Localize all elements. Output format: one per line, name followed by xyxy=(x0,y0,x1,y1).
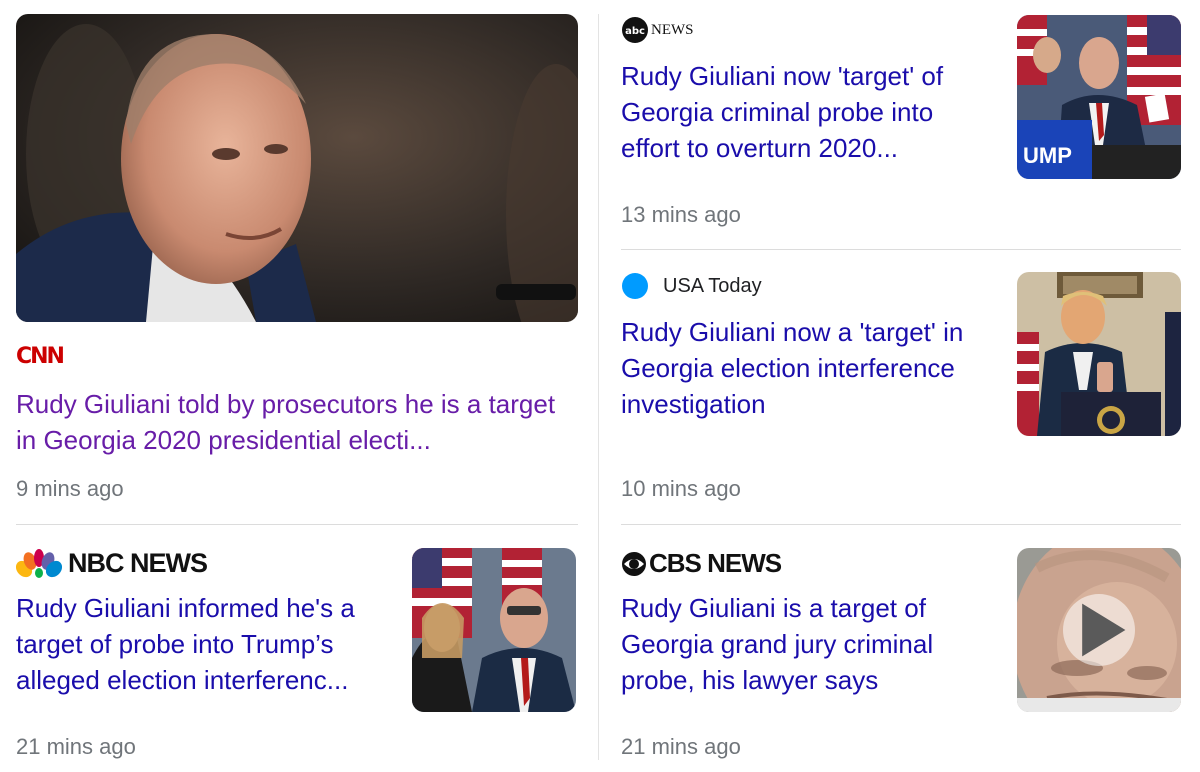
svg-text:UMP: UMP xyxy=(1023,143,1072,168)
source-logo-cbs: CBS NEWS xyxy=(621,548,782,579)
news-card-nbc[interactable]: NBC NEWS Rudy Giuliani informed he's a t… xyxy=(16,544,578,766)
cnn-logo-text: CNN xyxy=(16,344,65,369)
news-card-abc[interactable]: abc NEWS Rudy Giuliani now 'target' of G… xyxy=(621,14,1181,230)
news-card-usa-today[interactable]: USA Today Rudy Giuliani now a 'target' i… xyxy=(621,270,1181,506)
svg-text:abc: abc xyxy=(625,26,645,37)
article-thumbnail[interactable] xyxy=(1017,272,1181,436)
podium-photo-image xyxy=(1017,272,1181,436)
news-card-cnn[interactable]: CNN Rudy Giuliani told by prosecutors he… xyxy=(16,14,578,504)
peacock-icon xyxy=(16,548,62,578)
source-name: USA Today xyxy=(663,274,762,297)
article-time: 9 mins ago xyxy=(16,476,124,501)
usa-today-icon xyxy=(622,273,648,299)
article-headline[interactable]: Rudy Giuliani now 'target' of Georgia cr… xyxy=(621,58,991,166)
portrait-image xyxy=(16,14,578,322)
news-card-cbs[interactable]: CBS NEWS Rudy Giuliani is a target of Ge… xyxy=(621,544,1181,766)
column-divider xyxy=(598,14,599,760)
press-conference-image: UMP xyxy=(1017,15,1181,179)
source-logo-nbc: NBC NEWS xyxy=(16,548,208,579)
source-logo-usa-today: USA Today xyxy=(621,272,762,300)
press-photo-image xyxy=(412,548,576,712)
play-icon xyxy=(1082,603,1126,657)
article-thumbnail[interactable]: UMP xyxy=(1017,15,1181,179)
article-thumbnail[interactable] xyxy=(16,14,578,322)
play-video-button[interactable] xyxy=(1063,594,1135,666)
article-headline[interactable]: Rudy Giuliani informed he's a target of … xyxy=(16,590,396,698)
separator xyxy=(621,524,1181,525)
abc-logo-text: NEWS xyxy=(651,21,694,38)
separator xyxy=(16,524,578,525)
nbc-logo-text: NBC NEWS xyxy=(68,548,208,578)
separator xyxy=(621,249,1181,250)
article-headline[interactable]: Rudy Giuliani now a 'target' in Georgia … xyxy=(621,314,1001,422)
article-time: 21 mins ago xyxy=(16,734,136,759)
cbs-eye-icon xyxy=(622,551,646,576)
source-logo-abc: abc NEWS xyxy=(621,16,694,44)
article-thumbnail[interactable] xyxy=(412,548,576,712)
article-time: 21 mins ago xyxy=(621,734,741,759)
article-headline[interactable]: Rudy Giuliani is a target of Georgia gra… xyxy=(621,590,1001,698)
abc-icon: abc xyxy=(622,17,648,43)
article-time: 10 mins ago xyxy=(621,476,741,501)
article-time: 13 mins ago xyxy=(621,202,741,227)
source-logo-cnn: CNN xyxy=(16,344,65,369)
cbs-logo-text: CBS NEWS xyxy=(649,548,782,578)
article-thumbnail[interactable] xyxy=(1017,548,1181,712)
article-headline[interactable]: Rudy Giuliani told by prosecutors he is … xyxy=(16,386,576,458)
